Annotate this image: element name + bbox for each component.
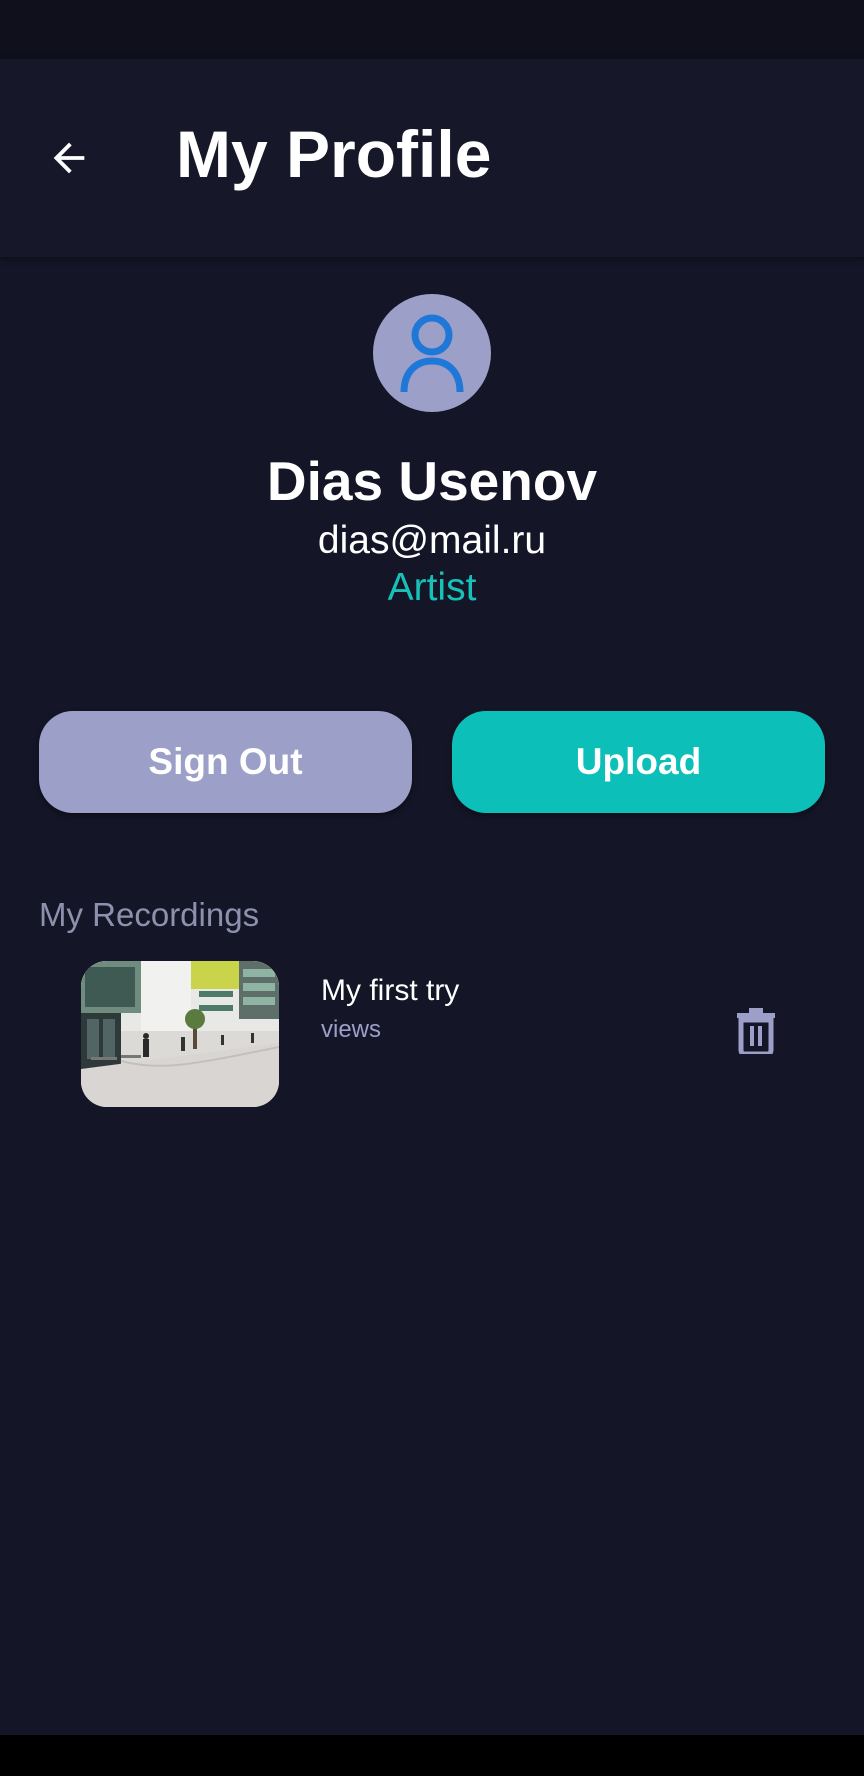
atrium-photo-image xyxy=(81,961,279,1107)
system-navigation-bar xyxy=(0,1735,864,1776)
status-bar xyxy=(0,0,864,59)
recordings-section-title: My Recordings xyxy=(39,896,260,933)
trash-icon xyxy=(737,1008,775,1057)
profile-email: dias@mail.ru xyxy=(317,519,547,562)
page-title: My Profile xyxy=(176,117,492,191)
app-bar: My Profile xyxy=(0,59,864,257)
back-button[interactable] xyxy=(38,127,100,189)
recording-item[interactable]: My first try views xyxy=(0,958,864,1108)
arrow-back-icon xyxy=(53,142,85,174)
upload-button[interactable]: Upload xyxy=(452,711,825,813)
delete-recording-button[interactable] xyxy=(734,1008,778,1058)
recording-title: My first try xyxy=(321,974,460,1007)
recording-views: views xyxy=(321,1016,382,1043)
avatar xyxy=(373,294,491,412)
profile-screen: My Profile Dias Usenov dias@mail.ru Arti… xyxy=(0,0,864,1776)
recording-thumbnail[interactable] xyxy=(81,961,279,1107)
profile-name: Dias Usenov xyxy=(266,450,598,512)
person-icon xyxy=(400,314,464,393)
profile-role: Artist xyxy=(387,566,477,609)
sign-out-button[interactable]: Sign Out xyxy=(39,711,412,813)
